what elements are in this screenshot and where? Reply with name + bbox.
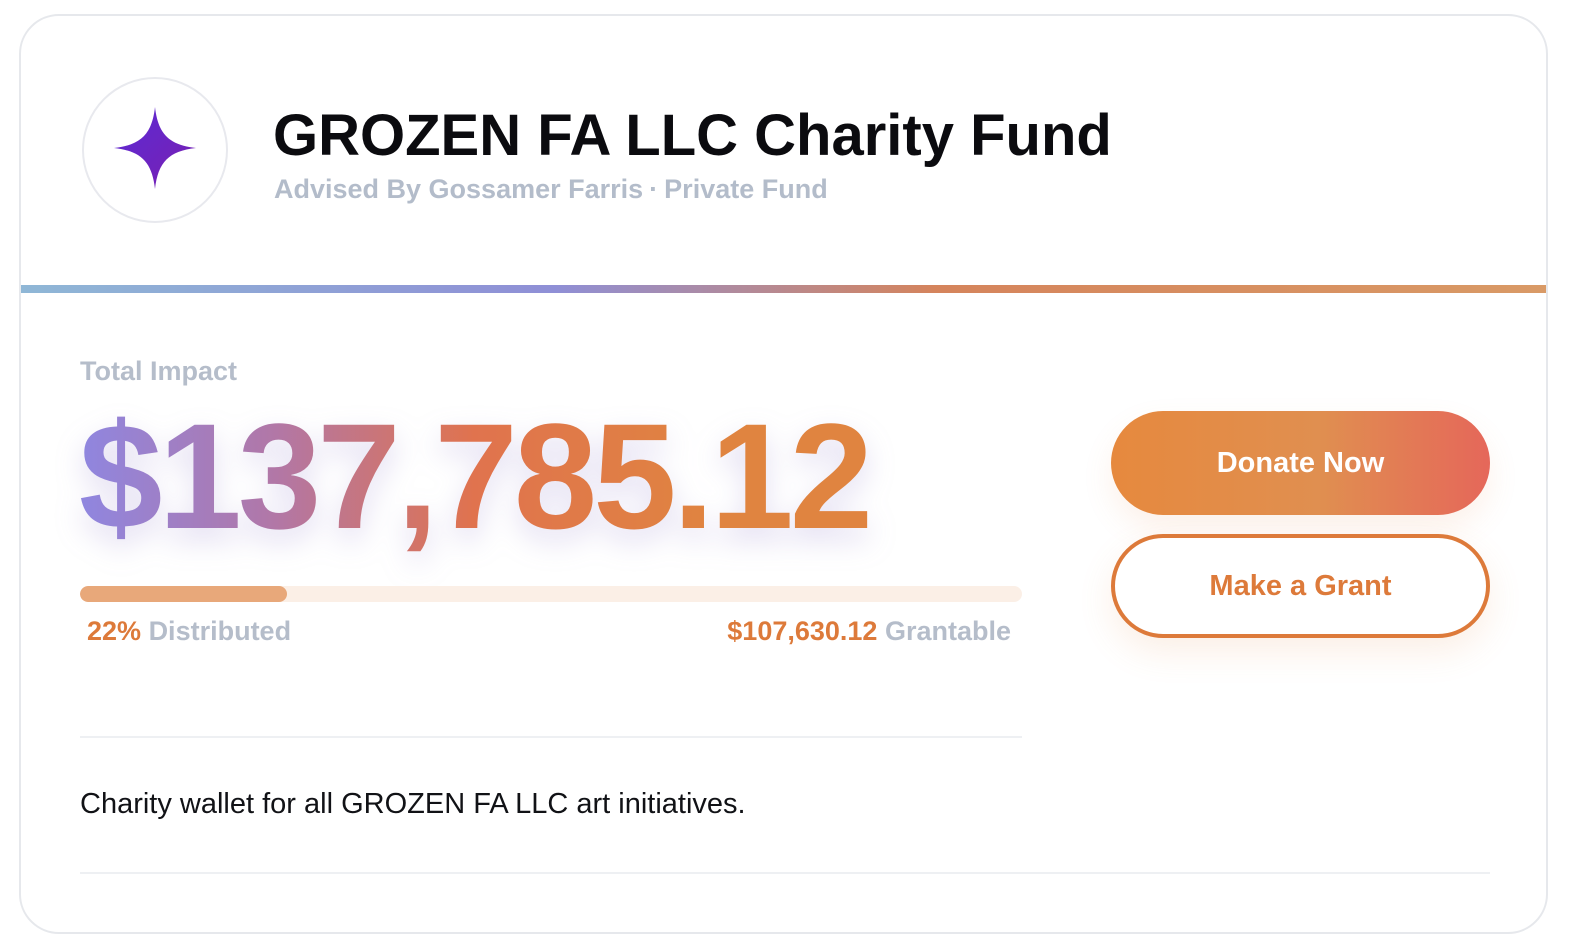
distribution-progress-fill (80, 586, 288, 602)
sparkle-star-icon (114, 106, 196, 194)
donate-now-button[interactable]: Donate Now (1111, 411, 1490, 515)
fund-avatar (82, 77, 228, 223)
fund-type-text: Private Fund (664, 174, 828, 204)
grantable-amount: $107,630.12 (727, 616, 878, 646)
section-divider (80, 736, 1022, 738)
distribution-progress-bar (80, 586, 1022, 602)
fund-title: GROZEN FA LLC Charity Fund (273, 103, 1112, 168)
distributed-percent: 22% (87, 616, 142, 646)
distributed-stat: 22% Distributed (87, 616, 291, 647)
fund-description: Charity wallet for all GROZEN FA LLC art… (80, 788, 746, 820)
separator-dot: · (649, 174, 659, 204)
advisor-text: Advised By Gossamer Farris (274, 174, 644, 204)
grantable-stat: $107,630.12 Grantable (727, 616, 1011, 647)
fund-card: GROZEN FA LLC Charity Fund Advised By Go… (19, 14, 1548, 934)
fund-subtitle: Advised By Gossamer Farris · Private Fund (274, 174, 828, 205)
total-impact-amount: $137,785.12 (79, 392, 873, 560)
distributed-label: Distributed (148, 616, 292, 646)
make-a-grant-button[interactable]: Make a Grant (1111, 534, 1490, 638)
grantable-label: Grantable (884, 616, 1011, 646)
fund-header: GROZEN FA LLC Charity Fund Advised By Go… (21, 16, 1546, 287)
bottom-divider (80, 872, 1490, 874)
total-impact-label: Total Impact (80, 356, 238, 386)
gradient-divider (21, 285, 1546, 293)
